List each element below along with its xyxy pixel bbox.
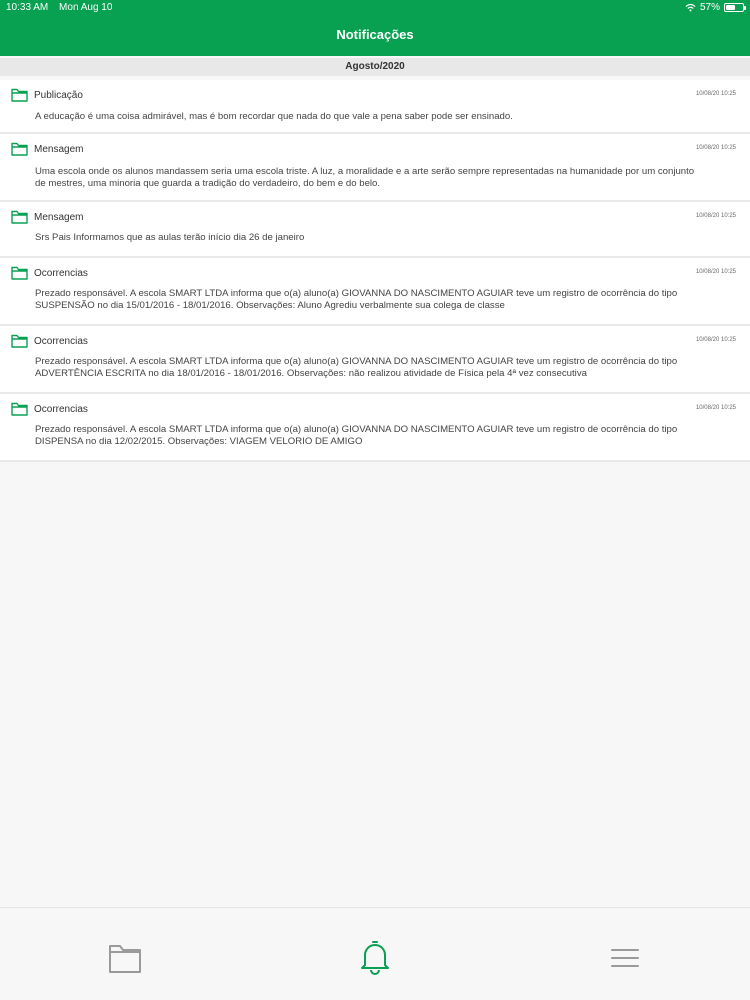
notification-list: Publicação 10/08/20 10:25 A educação é uma… xyxy=(0,80,750,462)
notification-message-line: Prezado responsável. A escola SMART LTDA… xyxy=(35,288,678,299)
notification-message-line: DISPENSA no dia 12/02/2015. Observações:… xyxy=(35,436,363,447)
folder-icon xyxy=(11,402,28,416)
page-title: Notificações xyxy=(336,27,414,42)
notification-message-line: Prezado responsável. A escola SMART LTDA… xyxy=(35,424,678,435)
folder-icon xyxy=(11,266,28,280)
app-header: 10:33 AM Mon Aug 10 57% Notificações xyxy=(0,0,750,56)
notification-date: 10/08/20 10:25 xyxy=(695,269,736,275)
notification-date: 10/08/20 10:25 xyxy=(695,91,736,97)
status-bar: 10:33 AM Mon Aug 10 57% xyxy=(0,0,750,16)
notification-message-line: SUSPENSÃO no dia 15/01/2016 - 18/01/2016… xyxy=(35,300,505,311)
notification-item[interactable]: Ocorrencias 10/08/20 10:25 Prezado respons… xyxy=(0,394,750,462)
notification-message-line: Srs Pais Informamos que as aulas terão i… xyxy=(35,232,305,243)
notification-date: 10/08/20 10:25 xyxy=(695,145,736,151)
notification-type: Ocorrencias xyxy=(34,336,88,347)
notification-date: 10/08/20 10:25 xyxy=(695,337,736,343)
notification-type: Mensagem xyxy=(34,144,84,155)
folder-icon xyxy=(11,210,28,224)
folder-icon xyxy=(11,142,28,156)
battery-percent: 57% xyxy=(699,2,720,13)
wifi-icon xyxy=(685,3,696,12)
notification-message-line: Uma escola onde os alunos mandassem seri… xyxy=(35,166,695,177)
folder-icon[interactable] xyxy=(105,938,145,978)
status-date: Mon Aug 10 xyxy=(59,2,113,13)
folder-icon xyxy=(11,334,28,348)
battery-fill xyxy=(726,5,736,10)
month-section-header: Agosto/2020 xyxy=(0,58,750,76)
battery-icon xyxy=(724,3,746,12)
notification-message-line: ADVERTÊNCIA ESCRITA no dia 18/01/2016 - … xyxy=(35,368,587,379)
notification-item[interactable]: Mensagem 10/08/20 10:25 Uma escola onde os… xyxy=(0,134,750,202)
tab-bar xyxy=(0,907,750,1000)
notification-message-line: Prezado responsável. A escola SMART LTDA… xyxy=(35,356,678,367)
notification-message-line: A educação é uma coisa admirável, mas é … xyxy=(35,111,513,122)
menu-icon[interactable] xyxy=(605,938,645,978)
notification-type: Mensagem xyxy=(34,212,84,223)
notification-message-line: de mestres, uma minoria que guarda a tra… xyxy=(35,178,381,189)
notification-type: Publicação xyxy=(34,90,83,101)
notification-item[interactable]: Publicação 10/08/20 10:25 A educação é uma… xyxy=(0,80,750,134)
folder-icon xyxy=(11,88,28,102)
notification-item[interactable]: Mensagem 10/08/20 10:25 Srs Pais Informamo… xyxy=(0,202,750,258)
status-time: 10:33 AM xyxy=(6,2,49,13)
notification-type: Ocorrencias xyxy=(34,404,88,415)
bell-icon[interactable] xyxy=(355,938,395,978)
notification-date: 10/08/20 10:25 xyxy=(695,213,736,219)
notification-item[interactable]: Ocorrencias 10/08/20 10:25 Prezado respons… xyxy=(0,326,750,394)
notification-date: 10/08/20 10:25 xyxy=(695,405,736,411)
notification-item[interactable]: Ocorrencias 10/08/20 10:25 Prezado respons… xyxy=(0,258,750,326)
notification-type: Ocorrencias xyxy=(34,268,88,279)
